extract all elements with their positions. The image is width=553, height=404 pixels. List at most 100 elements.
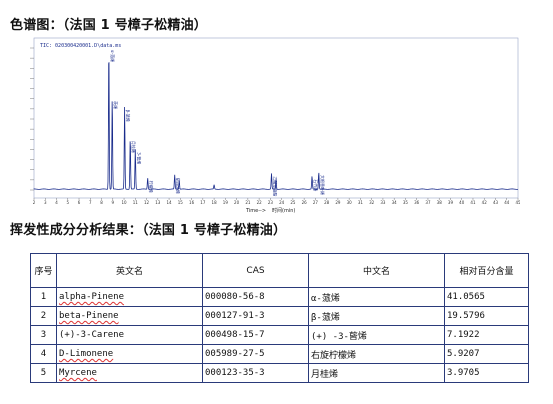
row-no: 4 <box>30 344 57 364</box>
table-row: 4 D-Limonene 005989-27-5 右旋柠檬烯 5.9207 <box>30 344 529 364</box>
col-chinese: 中文名 <box>308 253 445 288</box>
x-tick-label: 38 <box>437 200 443 205</box>
peak-label: β-蒎烯 <box>126 110 132 122</box>
x-tick-label: 4 <box>55 200 58 205</box>
signal-label: TIC: 020300420001.D\data.ms <box>40 43 121 49</box>
x-axis-ticks: 2 3 4 5 6 7 8 9 10 11 12 13 14 15 16 17 18 19 20 21 22 23 24 25… <box>33 198 520 205</box>
row-chinese-name: (+) -3-蒈烯 <box>308 325 445 345</box>
row-no: 5 <box>30 363 57 383</box>
row-percent: 5.9207 <box>444 344 529 364</box>
x-tick-label: 33 <box>380 200 386 205</box>
x-tick-label: 34 <box>392 200 398 205</box>
row-english-name: D-Limonene <box>56 344 203 364</box>
x-tick-label: 14 <box>167 200 173 205</box>
chromatogram-chart: TIC: 020300420001.D\data.ms 2 3 4 5 6 7 8 9 10 11… <box>30 37 520 214</box>
x-tick-label: 22 <box>257 200 263 205</box>
row-chinese-name: 月桂烯 <box>308 363 445 383</box>
peak-label: 莰烯 <box>113 101 119 109</box>
x-tick-label: 44 <box>504 200 510 205</box>
row-no: 1 <box>30 287 57 307</box>
x-tick-label: 45 <box>515 200 520 205</box>
peak-label: 石竹烯 <box>313 179 319 191</box>
x-tick-label: 30 <box>347 200 353 205</box>
row-cas: 005989-27-5 <box>202 344 309 364</box>
peak-label: 柠檬烯 <box>149 181 155 193</box>
x-tick-label: 7 <box>89 200 92 205</box>
x-tick-label: 37 <box>425 200 431 205</box>
row-percent: 19.5796 <box>444 306 529 326</box>
x-tick-label: 29 <box>335 200 341 205</box>
x-tick-label: 3 <box>44 200 47 205</box>
table-row: 5 Myrcene 000123-35-3 月桂烯 3.9705 <box>30 363 529 383</box>
row-english-name: (+)-3-Carene <box>56 325 203 345</box>
x-tick-label: 41 <box>470 200 476 205</box>
row-percent: 3.9705 <box>444 363 529 383</box>
x-tick-label: 15 <box>178 200 184 205</box>
peak-label: 月桂烯 <box>131 141 137 153</box>
table-row: 1 alpha-Pinene 000080-56-8 α-蒎烯 41.0565 <box>30 287 529 307</box>
x-tick-label: 18 <box>212 200 218 205</box>
x-tick-label: 10 <box>121 200 127 205</box>
x-tick-label: 35 <box>403 200 409 205</box>
peak-label: 乙酸龙脑酯 <box>272 176 278 196</box>
x-tick-label: 6 <box>78 200 81 205</box>
row-chinese-name: 右旋柠檬烯 <box>308 344 445 364</box>
peak-label: 萜品油烯 <box>176 178 182 194</box>
col-percent: 相对百分含量 <box>444 253 529 288</box>
analysis-heading: 挥发性成分分析结果：（法国 1 号樟子松精油） <box>10 223 287 238</box>
peak-label: α-蒎烯 <box>110 50 116 62</box>
row-chinese-name: α-蒎烯 <box>308 287 445 307</box>
row-english-name: Myrcene <box>56 363 203 383</box>
x-tick-label: 16 <box>189 200 195 205</box>
table-row: 3 (+)-3-Carene 000498-15-7 (+) -3-蒈烯 7.1… <box>30 325 529 345</box>
row-cas: 000123-35-3 <box>202 363 309 383</box>
x-tick-label: 5 <box>66 200 69 205</box>
chromatogram-heading: 色谱图：（法国 1 号樟子松精油） <box>10 18 207 33</box>
row-no: 2 <box>30 306 57 326</box>
row-english-name: alpha-Pinene <box>56 287 203 307</box>
x-tick-label: 36 <box>414 200 420 205</box>
x-tick-label: 21 <box>245 200 251 205</box>
x-tick-label: 12 <box>144 200 150 205</box>
row-cas: 000127-91-3 <box>202 306 309 326</box>
x-tick-label: 23 <box>268 200 274 205</box>
x-tick-label: 8 <box>100 200 103 205</box>
table-header-row: 序号 英文名 CAS 中文名 相对百分含量 <box>30 253 529 288</box>
x-tick-label: 32 <box>369 200 375 205</box>
row-percent: 41.0565 <box>444 287 529 307</box>
peak-label: 3-蒈烯 <box>136 152 142 164</box>
row-percent: 7.1922 <box>444 325 529 345</box>
x-tick-label: 17 <box>200 200 206 205</box>
x-tick-label: 24 <box>279 200 285 205</box>
x-tick-label: 26 <box>302 200 308 205</box>
x-axis-unit: Time--> <box>245 208 266 214</box>
x-tick-label: 39 <box>448 200 454 205</box>
composition-table: 序号 英文名 CAS 中文名 相对百分含量 1 alpha-Pinene 000… <box>30 253 529 383</box>
row-cas: 000498-15-7 <box>202 325 309 345</box>
plot-frame <box>33 37 519 199</box>
table-row: 2 beta-Pinene 000127-91-3 β-蒎烯 19.5796 <box>30 306 529 326</box>
x-tick-label: 25 <box>290 200 296 205</box>
x-tick-label: 40 <box>459 200 465 205</box>
col-english: 英文名 <box>56 253 203 288</box>
col-cas: CAS <box>202 253 309 288</box>
x-tick-label: 31 <box>358 200 364 205</box>
row-chinese-name: β-蒎烯 <box>308 306 445 326</box>
x-tick-label: 9 <box>112 200 115 205</box>
row-english-name: beta-Pinene <box>56 306 203 326</box>
x-tick-label: 43 <box>493 200 499 205</box>
x-tick-label: 28 <box>324 200 330 205</box>
row-no: 3 <box>30 325 57 345</box>
peak-label: 大根香叶烯 <box>320 175 326 195</box>
x-tick-label: 19 <box>223 200 229 205</box>
x-tick-label: 27 <box>313 200 319 205</box>
y-axis-ticks <box>30 47 34 191</box>
x-tick-label: 11 <box>133 200 139 205</box>
x-tick-label: 42 <box>482 200 488 205</box>
x-tick-label: 20 <box>234 200 240 205</box>
x-tick-label: 2 <box>33 200 36 205</box>
x-tick-label: 13 <box>155 200 161 205</box>
row-cas: 000080-56-8 <box>202 287 309 307</box>
x-axis-label: 时间(min) <box>272 207 295 214</box>
col-no: 序号 <box>30 253 57 288</box>
